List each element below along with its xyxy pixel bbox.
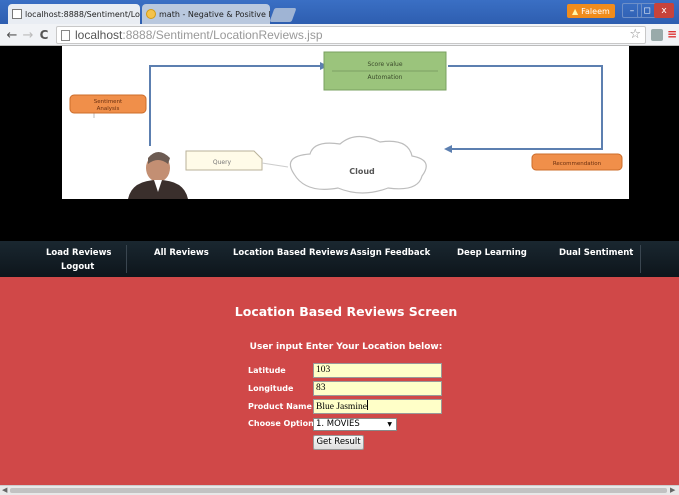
scroll-left-icon[interactable]: ◀ [2, 486, 7, 494]
latitude-label: Latitude [248, 366, 286, 375]
option-select-value: 1. MOVIES [316, 419, 360, 429]
forward-button[interactable]: → [20, 27, 36, 43]
top-box-label-2: Automation [368, 74, 403, 81]
latitude-input[interactable]: 103 [313, 363, 442, 378]
longitude-input[interactable]: 83 [313, 381, 442, 396]
horizontal-scrollbar[interactable]: ◀ ▶ [0, 485, 679, 495]
url-text: localhost:8888/Sentiment/LocationReviews… [75, 28, 323, 42]
cloud-label: Cloud [349, 167, 375, 176]
extension-icon[interactable] [651, 29, 663, 41]
left-box-label-1: Sentiment [94, 99, 123, 105]
nav-divider [126, 245, 127, 273]
math-favicon-icon [146, 9, 156, 19]
nav-deep-learning[interactable]: Deep Learning [457, 248, 527, 258]
nav-location-based-reviews[interactable]: Location Based Reviews [233, 248, 348, 258]
dropdown-arrow-icon: ▼ [387, 421, 392, 428]
browser-toolbar: ← → C localhost:8888/Sentiment/LocationR… [0, 24, 679, 46]
tab-strip: localhost:8888/Sentiment/Lo × math - Neg… [0, 0, 679, 24]
browser-window: { "browser": { "tabs": [ {"title": "loca… [0, 0, 679, 495]
right-box-label: Recommendation [553, 161, 602, 167]
reload-button[interactable]: C [36, 27, 52, 43]
nav-all-reviews[interactable]: All Reviews [154, 248, 209, 258]
text-caret [366, 400, 368, 410]
architecture-diagram: Score value Automation Sentiment Analysi… [69, 51, 623, 199]
page-favicon-icon [12, 9, 22, 19]
get-result-button[interactable]: Get Result [313, 435, 364, 450]
page-icon [61, 29, 70, 41]
header-banner-image: Score value Automation Sentiment Analysi… [62, 46, 629, 199]
nav-load-reviews[interactable]: Load Reviews [46, 248, 111, 258]
instructions-text: User input Enter Your Location below: [249, 342, 443, 352]
close-window-button[interactable]: x [654, 3, 674, 18]
bookmark-star-icon[interactable]: ☆ [629, 27, 641, 42]
tab-title: math - Negative & Positive F [159, 9, 270, 19]
left-box-label-2: Analysis [97, 106, 120, 112]
longitude-label: Longitude [248, 384, 294, 393]
tab-localhost[interactable]: localhost:8888/Sentiment/Lo × [8, 4, 140, 24]
choose-option-label: Choose Option [248, 419, 314, 428]
main-navigation: Load Reviews All Reviews Location Based … [0, 241, 679, 277]
nav-divider [640, 245, 641, 273]
nav-logout[interactable]: Logout [61, 262, 94, 272]
warning-icon: ▲ [572, 6, 579, 16]
new-tab-button[interactable] [269, 8, 297, 22]
option-select[interactable]: 1. MOVIES ▼ [313, 418, 397, 431]
profile-button[interactable]: ▲ Faleem [567, 4, 615, 18]
chrome-menu-icon[interactable]: ≡ [667, 27, 677, 41]
product-name-value: Blue Jasmine [316, 402, 367, 412]
scrollbar-thumb[interactable] [10, 488, 667, 493]
page-content: Score value Automation Sentiment Analysi… [0, 46, 679, 485]
profile-name: Faleem [581, 6, 610, 16]
url-host: localhost [75, 28, 123, 42]
product-name-label: Product Name [248, 402, 312, 411]
tab-title: localhost:8888/Sentiment/Lo [25, 9, 140, 19]
nav-assign-feedback[interactable]: Assign Feedback [350, 248, 430, 258]
page-title: Location Based Reviews Screen [234, 304, 458, 319]
url-path: :8888/Sentiment/LocationReviews.jsp [122, 28, 323, 42]
address-bar[interactable]: localhost:8888/Sentiment/LocationReviews… [56, 26, 646, 44]
scroll-right-icon[interactable]: ▶ [670, 486, 675, 494]
user-avatar-icon [128, 152, 188, 199]
query-label: Query [213, 159, 232, 166]
top-box-label-1: Score value [367, 61, 402, 68]
nav-dual-sentiment[interactable]: Dual Sentiment [559, 248, 633, 258]
product-name-input[interactable]: Blue Jasmine [313, 399, 442, 414]
tab-math[interactable]: math - Negative & Positive F × [142, 4, 270, 24]
back-button[interactable]: ← [4, 27, 20, 43]
main-panel: Location Based Reviews Screen User input… [0, 277, 679, 485]
